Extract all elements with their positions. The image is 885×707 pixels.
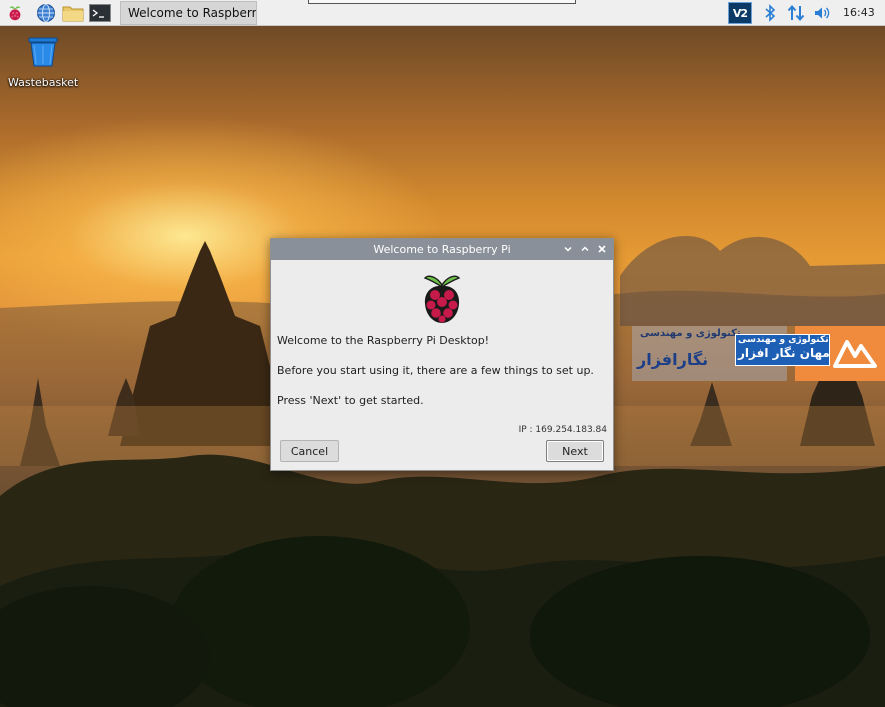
volume-button[interactable] (812, 3, 832, 23)
vnc-label: V2 (732, 6, 748, 20)
web-browser-icon (37, 4, 55, 22)
desktop-icon-wastebasket[interactable]: Wastebasket (8, 36, 78, 89)
bluetooth-icon (765, 4, 776, 22)
wastebasket-label: Wastebasket (8, 76, 79, 89)
file-manager-icon (62, 6, 84, 22)
clock[interactable]: 16:43 (843, 6, 875, 19)
taskbar-item-welcome[interactable]: Welcome to Raspberr... (120, 1, 257, 25)
chevron-down-icon (564, 246, 572, 252)
wastebasket-icon (28, 37, 58, 67)
raspberry-menu-button[interactable] (3, 2, 27, 24)
file-manager-button[interactable] (61, 2, 85, 24)
network-button[interactable] (786, 3, 806, 23)
next-button[interactable]: Next (546, 440, 604, 462)
dialog-titlebar[interactable]: Welcome to Raspberry Pi (271, 239, 613, 260)
setup-message: Before you start using it, there are a f… (277, 364, 594, 377)
minimize-button[interactable] (561, 242, 575, 256)
ip-address: IP : 169.254.183.84 (518, 425, 607, 435)
dialog-title: Welcome to Raspberry Pi (373, 243, 511, 256)
chevron-up-icon (581, 246, 589, 252)
bluetooth-button[interactable] (760, 3, 780, 23)
raspberry-pi-logo-icon (423, 275, 461, 323)
close-button[interactable] (595, 242, 609, 256)
cancel-button[interactable]: Cancel (280, 440, 339, 462)
next-instruction: Press 'Next' to get started. (277, 394, 424, 407)
raspberry-menu-icon (9, 6, 21, 21)
vnc-tray-button[interactable]: V2 (728, 2, 752, 24)
terminal-icon (89, 4, 111, 22)
watermark-logo: تکنولوژی و مهندسی نگارافزار تکنولوژی و م… (632, 326, 885, 381)
taskbar-item-label: Welcome to Raspberr... (128, 6, 257, 20)
close-icon (598, 245, 606, 253)
panel-divider (308, 0, 576, 4)
maximize-button[interactable] (578, 242, 592, 256)
volume-icon (815, 7, 830, 19)
watermark-brand-blue: مهان نگار افزار (738, 346, 830, 360)
welcome-dialog: Welcome to Raspberry Pi Welcome to the R… (270, 238, 614, 471)
network-arrows-icon (787, 4, 805, 22)
web-browser-button[interactable] (34, 2, 58, 24)
top-panel: Welcome to Raspberr... V2 16:43 (0, 0, 885, 26)
watermark-brand: نگارافزار (637, 350, 709, 369)
welcome-message: Welcome to the Raspberry Pi Desktop! (277, 334, 490, 347)
watermark-brand-small: تکنولوژی و مهندسی (738, 335, 829, 345)
terminal-button[interactable] (88, 2, 112, 24)
watermark-top-text: تکنولوژی و مهندسی (640, 328, 741, 339)
